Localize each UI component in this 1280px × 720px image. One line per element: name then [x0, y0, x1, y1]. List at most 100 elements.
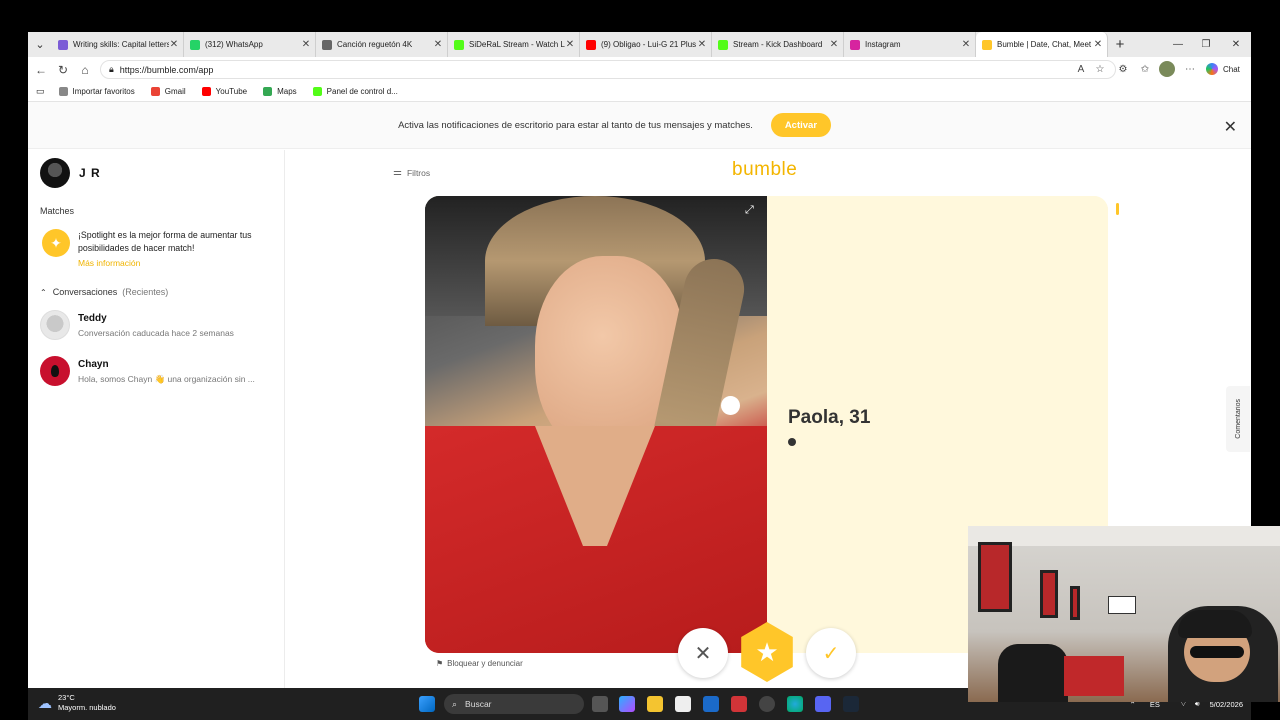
- check-icon: ✓: [822, 642, 840, 665]
- conversations-label: Conversaciones: [52, 287, 118, 297]
- profile-photo[interactable]: ⤢: [425, 196, 767, 653]
- bookmarks: Importar favoritos Gmail YouTube Maps Panel …: [58, 87, 414, 96]
- tab-close-icon[interactable]: ✕: [829, 39, 839, 50]
- matches-heading: Matches: [40, 206, 75, 216]
- tab-1[interactable]: (312) WhatsApp ✕: [184, 32, 316, 57]
- conversations-heading[interactable]: ⌃ Conversaciones (Recientes): [40, 287, 168, 297]
- app-icon[interactable]: [731, 696, 747, 712]
- store-icon[interactable]: [675, 696, 691, 712]
- tab-favicon-icon: [322, 39, 332, 50]
- conversation-name: Teddy: [78, 313, 107, 324]
- bio-icon: [788, 438, 796, 446]
- file-explorer-icon[interactable]: [647, 696, 663, 712]
- red-sofa: [1064, 656, 1124, 696]
- conversation-item-chayn[interactable]: Chayn Hola, somos Chayn 👋 una organizaci…: [40, 356, 280, 392]
- tab-7[interactable]: Bumble | Date, Chat, Meet N ✕: [976, 32, 1108, 57]
- bookmark-label: Panel de control d...: [326, 87, 398, 96]
- profile-avatar-icon[interactable]: [1159, 61, 1175, 77]
- bookmark-favicon-icon: [201, 87, 211, 96]
- steam-icon[interactable]: [843, 696, 859, 712]
- conversations-sub-label: (Recientes): [122, 287, 169, 297]
- tab-actions-chevron-icon[interactable]: ⌄: [28, 32, 52, 57]
- tab-0[interactable]: Writing skills: Capital letters ✕: [52, 32, 184, 57]
- tab-4[interactable]: (9) Obligao - Lui-G 21 Plus ✕: [580, 32, 712, 57]
- cloud-icon: ☁: [38, 694, 52, 711]
- reload-icon[interactable]: ↻: [52, 63, 74, 77]
- streamer-cap: [1178, 610, 1252, 638]
- tab-title: Canción reguetón 4K: [337, 40, 413, 49]
- scroll-indicator[interactable]: [1116, 203, 1119, 215]
- comments-tab[interactable]: Comentarios: [1226, 386, 1250, 452]
- tab-3[interactable]: SiDeRaL Stream - Watch Live ✕: [448, 32, 580, 57]
- block-report-link[interactable]: ⚑ Bloquear y denunciar: [436, 659, 523, 668]
- extensions-icon[interactable]: ⚙: [1115, 61, 1131, 77]
- bookmark-3[interactable]: Maps: [263, 87, 297, 96]
- streamer-sunglasses: [1190, 646, 1244, 658]
- more-menu-icon[interactable]: ⋯: [1182, 61, 1198, 77]
- close-icon[interactable]: ✕: [1224, 117, 1237, 137]
- tab-2[interactable]: Canción reguetón 4K ✕: [316, 32, 448, 57]
- reading-view-icon[interactable]: ▭: [36, 86, 45, 97]
- collections-icon[interactable]: ✩: [1137, 61, 1153, 77]
- expand-icon[interactable]: ⤢: [745, 204, 754, 217]
- filters-button[interactable]: ⚌ Filtros: [393, 167, 430, 178]
- tab-close-icon[interactable]: ✕: [301, 39, 311, 50]
- webcam-overlay: [968, 526, 1280, 702]
- gaming-chair: [998, 644, 1068, 702]
- notification-banner: Activa las notificaciones de escritorio …: [28, 102, 1251, 149]
- tab-close-icon[interactable]: ✕: [961, 39, 971, 50]
- copilot-chat-button[interactable]: Chat: [1206, 63, 1240, 75]
- tab-close-icon[interactable]: ✕: [169, 39, 179, 50]
- photo-indicator-dot[interactable]: [721, 396, 740, 415]
- mail-icon[interactable]: [703, 696, 719, 712]
- start-windows-icon[interactable]: [419, 696, 435, 712]
- discord-icon[interactable]: [815, 696, 831, 712]
- bookmark-0[interactable]: Importar favoritos: [58, 87, 135, 96]
- weather-widget[interactable]: ☁ 23°C Mayorm. nublado: [38, 693, 116, 713]
- tab-favicon-icon: [58, 39, 68, 50]
- activate-notifications-button[interactable]: Activar: [770, 113, 831, 137]
- close-window-icon[interactable]: ✕: [1222, 32, 1250, 57]
- tab-close-icon[interactable]: ✕: [697, 39, 707, 50]
- lock-icon: 🔒︎: [109, 64, 114, 74]
- like-button[interactable]: ✓: [806, 628, 856, 678]
- tab-close-icon[interactable]: ✕: [433, 39, 443, 50]
- tab-6[interactable]: Instagram ✕: [844, 32, 976, 57]
- translate-icon[interactable]: A: [1073, 61, 1089, 77]
- conversation-item-teddy[interactable]: Teddy Conversación caducada hace 2 seman…: [40, 310, 280, 346]
- url-text: https://bumble.com/app: [119, 64, 214, 75]
- spotlight-text: ¡Spotlight es la mejor forma de aumentar…: [78, 230, 252, 253]
- avatar: [40, 158, 70, 188]
- tab-title: SiDeRaL Stream - Watch Live: [469, 40, 565, 49]
- tab-5[interactable]: Stream - Kick Dashboard ✕: [712, 32, 844, 57]
- tab-title: (9) Obligao - Lui-G 21 Plus: [601, 40, 697, 49]
- tab-title: Bumble | Date, Chat, Meet N: [997, 40, 1093, 49]
- search-placeholder: Buscar: [465, 699, 492, 709]
- home-icon[interactable]: ⌂: [74, 63, 96, 77]
- back-arrow-icon[interactable]: ←: [30, 63, 52, 77]
- taskbar-search[interactable]: ⌕ Buscar: [444, 694, 584, 714]
- tab-favicon-icon: [850, 39, 860, 50]
- minimize-icon[interactable]: —: [1164, 32, 1192, 57]
- copilot-icon[interactable]: [619, 696, 635, 712]
- maximize-icon[interactable]: ❐: [1192, 32, 1220, 57]
- edge-icon[interactable]: [787, 696, 803, 712]
- tabs: Writing skills: Capital letters ✕ (312) Wh…: [52, 32, 1108, 57]
- favorite-star-icon[interactable]: ☆: [1092, 61, 1108, 77]
- tab-close-icon[interactable]: ✕: [1093, 39, 1103, 50]
- bookmark-4[interactable]: Panel de control d...: [312, 87, 398, 96]
- user-profile[interactable]: J R: [40, 158, 101, 188]
- conversation-preview: Hola, somos Chayn 👋 una organización sin…: [78, 374, 255, 384]
- weather-text: Mayorm. nublado: [58, 703, 116, 712]
- new-tab-plus-icon[interactable]: +: [1108, 36, 1132, 53]
- bookmark-1[interactable]: Gmail: [150, 87, 186, 96]
- address-bar[interactable]: 🔒︎ https://bumble.com/app: [100, 60, 1116, 79]
- tab-favicon-icon: [982, 39, 992, 50]
- pass-button[interactable]: ✕: [678, 628, 728, 678]
- bumble-logo: bumble: [732, 159, 798, 180]
- github-icon[interactable]: [759, 696, 775, 712]
- task-view-icon[interactable]: [592, 696, 608, 712]
- tab-close-icon[interactable]: ✕: [565, 39, 575, 50]
- spotlight-more-info-link[interactable]: Más información: [78, 258, 140, 268]
- bookmark-2[interactable]: YouTube: [201, 87, 247, 96]
